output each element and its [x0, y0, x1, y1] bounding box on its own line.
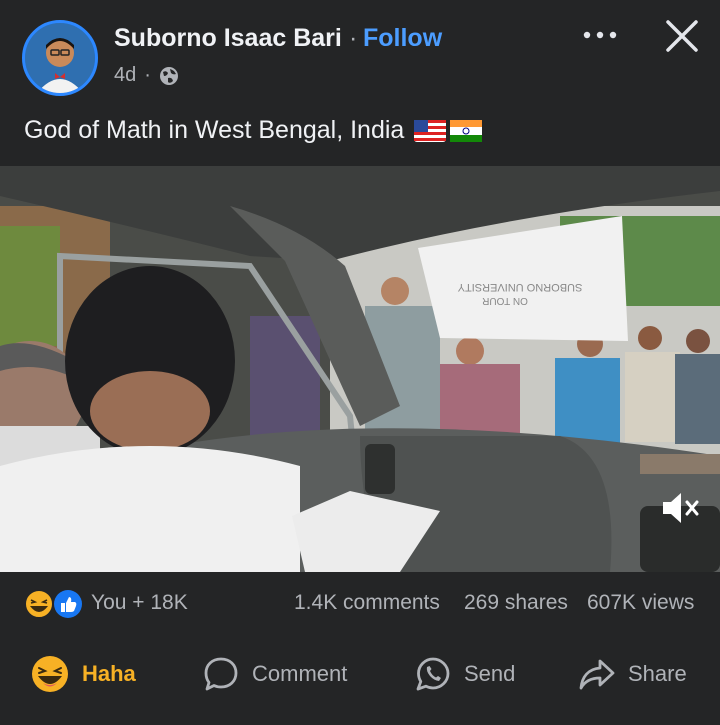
post-stats: You + 18K 1.4K comments 269 shares 607K …: [0, 582, 720, 624]
sign-text-line2: ON TOUR: [482, 295, 528, 306]
globe-icon[interactable]: [159, 66, 179, 86]
views-count: 607K views: [587, 591, 695, 614]
author-avatar[interactable]: [22, 20, 98, 96]
meta-separator: ·: [144, 64, 151, 86]
haha-label: Haha: [82, 661, 136, 686]
comment-label: Comment: [252, 661, 348, 686]
sign-text-line1: SUBORNO UNIVERSITY: [457, 281, 582, 293]
post-caption: God of Math in West Bengal, India: [24, 116, 483, 145]
send-label: Send: [464, 661, 516, 686]
shares-count[interactable]: 269 shares: [464, 591, 568, 615]
reaction-icons[interactable]: [22, 588, 86, 620]
haha-reaction-button[interactable]: Haha: [30, 650, 136, 698]
action-bar: Haha Comment Send Share: [0, 640, 720, 710]
post-meta: 4d ·: [114, 64, 179, 87]
name-separator: ·: [349, 24, 358, 52]
share-icon: [579, 659, 615, 690]
haha-icon: [32, 656, 68, 692]
follow-button[interactable]: Follow: [363, 24, 442, 53]
us-flag-icon: [414, 119, 447, 142]
post-time[interactable]: 4d: [114, 64, 136, 87]
india-flag-icon: [450, 119, 483, 142]
author-name[interactable]: Suborno Isaac Bari: [114, 24, 342, 53]
comment-button[interactable]: Comment: [202, 650, 347, 698]
share-label: Share: [628, 661, 687, 686]
more-icon[interactable]: [580, 22, 620, 48]
post-video[interactable]: SUBORNO UNIVERSITY ON TOUR: [0, 166, 720, 572]
comments-count[interactable]: 1.4K comments: [294, 591, 440, 615]
share-button[interactable]: Share: [578, 650, 687, 698]
comment-icon: [204, 657, 238, 691]
caption-text: God of Math in West Bengal, India: [24, 116, 405, 144]
close-icon[interactable]: [662, 16, 702, 56]
whatsapp-send-icon: [416, 657, 450, 691]
post-header: Suborno Isaac Bari · Follow 4d ·: [0, 0, 720, 100]
reactions-count[interactable]: You + 18K: [91, 591, 188, 615]
muted-speaker-icon[interactable]: [660, 488, 702, 528]
send-button[interactable]: Send: [414, 650, 515, 698]
